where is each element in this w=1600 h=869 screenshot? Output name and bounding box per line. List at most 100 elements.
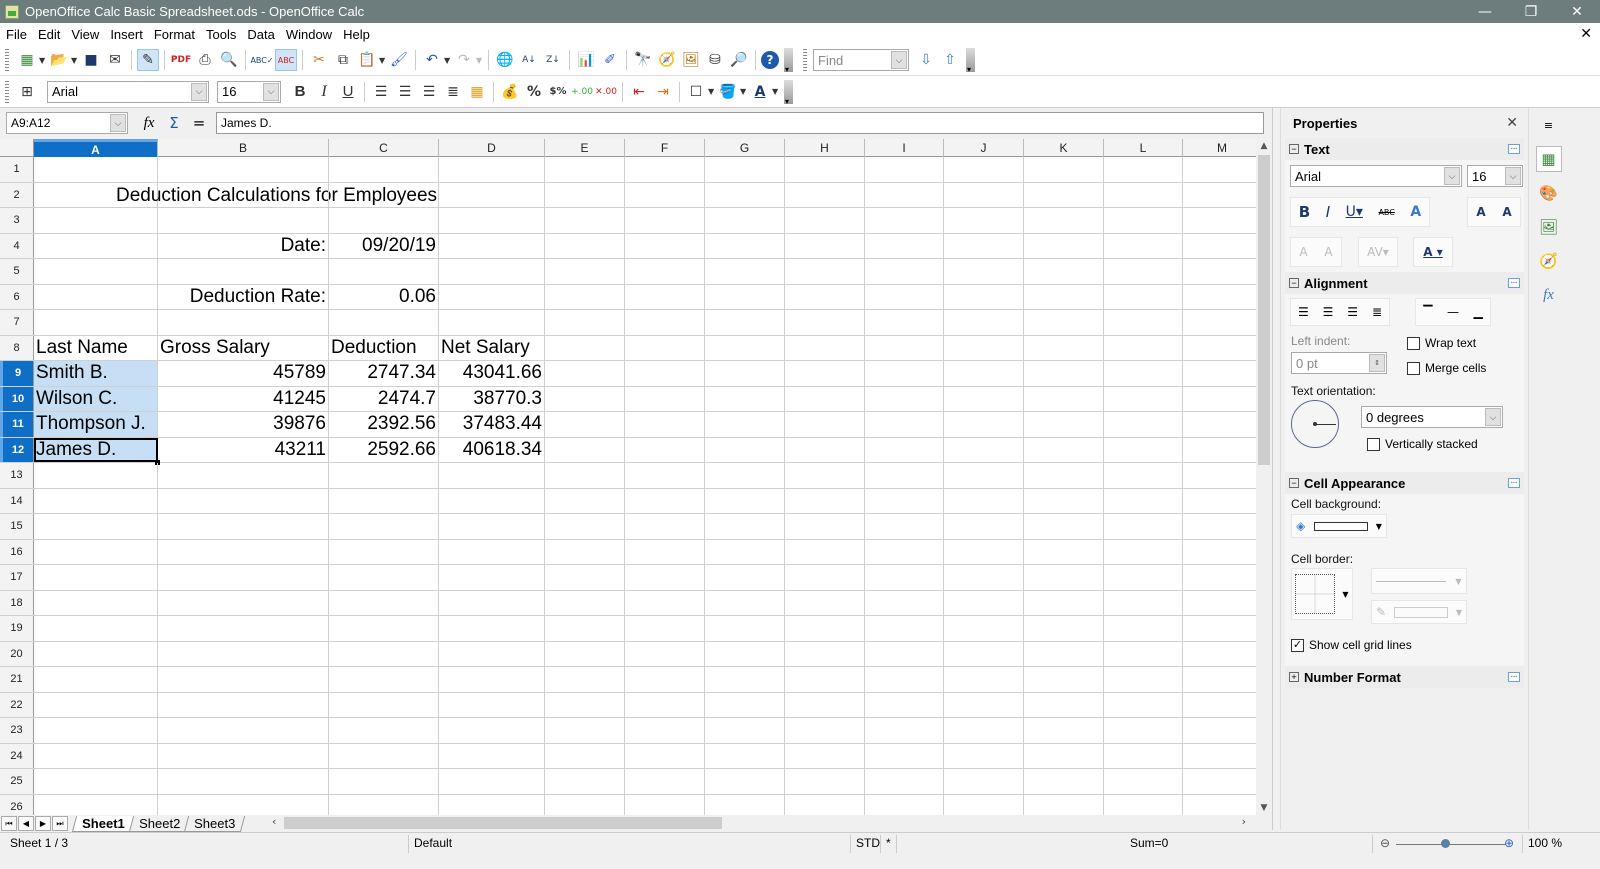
column-header-m[interactable]: M: [1183, 139, 1256, 157]
cell-l17[interactable]: [1104, 565, 1183, 590]
cell-g9[interactable]: [705, 361, 785, 386]
row-header-12[interactable]: 12: [0, 437, 34, 462]
data-sources-icon[interactable]: ⛁: [704, 49, 726, 71]
cell-f3[interactable]: [625, 208, 705, 233]
merge-cells-icon[interactable]: ▦: [466, 81, 488, 103]
menu-view[interactable]: View: [66, 27, 104, 42]
shadow-icon[interactable]: A: [1410, 204, 1421, 220]
prev-sheet-icon[interactable]: ◀: [18, 816, 34, 831]
line-color-picker[interactable]: ✎ ▼: [1371, 600, 1467, 624]
sidebar-font-size[interactable]: 16 ⌵: [1467, 165, 1523, 187]
cell-a1[interactable]: [34, 157, 158, 182]
cell-j19[interactable]: [944, 616, 1024, 641]
cell-f12[interactable]: [625, 437, 705, 462]
email-icon[interactable]: ✉: [104, 49, 126, 71]
column-header-c[interactable]: C: [329, 139, 439, 157]
cell-c17[interactable]: [329, 565, 439, 590]
cell-l20[interactable]: [1104, 641, 1183, 666]
find-previous-icon[interactable]: ⇧: [939, 49, 961, 71]
cell-e12[interactable]: [545, 437, 625, 462]
cell-b6[interactable]: Deduction Rate:: [158, 284, 329, 309]
cell-appearance-header[interactable]: − Cell Appearance …: [1285, 472, 1524, 494]
cell-g7[interactable]: [705, 310, 785, 335]
cell-h15[interactable]: [785, 514, 865, 539]
column-header-a[interactable]: A: [34, 139, 158, 157]
cell-i21[interactable]: [865, 667, 944, 692]
cell-d1[interactable]: [439, 157, 545, 182]
cell-a19[interactable]: [34, 616, 158, 641]
scroll-right-icon[interactable]: ›: [1242, 815, 1246, 828]
cell-d4[interactable]: [439, 233, 545, 258]
open-dropdown-icon[interactable]: ▼: [71, 56, 79, 65]
cell-k2[interactable]: [1024, 182, 1104, 207]
cell-i10[interactable]: [865, 386, 944, 411]
cell-e16[interactable]: [545, 539, 625, 564]
cell-c8[interactable]: Deduction: [329, 335, 439, 360]
undo-dropdown-icon[interactable]: ▼: [444, 56, 452, 65]
cell-m14[interactable]: [1183, 489, 1256, 514]
cell-g3[interactable]: [705, 208, 785, 233]
row-header-23[interactable]: 23: [0, 718, 34, 743]
chart-icon[interactable]: 📊: [575, 49, 597, 71]
cell-k12[interactable]: [1024, 437, 1104, 462]
cell-a5[interactable]: [34, 259, 158, 284]
cell-f11[interactable]: [625, 412, 705, 437]
cell-a16[interactable]: [34, 539, 158, 564]
cell-d2[interactable]: [439, 182, 545, 207]
cell-g23[interactable]: [705, 718, 785, 743]
cell-b12[interactable]: 43211: [158, 437, 329, 462]
cell-a14[interactable]: [34, 488, 158, 513]
cell-h9[interactable]: [785, 361, 865, 386]
next-sheet-icon[interactable]: ▶: [35, 816, 51, 831]
row-header-4[interactable]: 4: [0, 233, 34, 258]
collapse-icon[interactable]: −: [1289, 278, 1299, 288]
cell-k15[interactable]: [1024, 514, 1104, 539]
cell-j12[interactable]: [944, 437, 1024, 462]
more-options-icon[interactable]: …: [1508, 478, 1520, 488]
cell-m6[interactable]: [1183, 285, 1256, 310]
cell-e14[interactable]: [545, 488, 625, 513]
cell-h6[interactable]: [785, 284, 865, 309]
cell-c20[interactable]: [329, 641, 439, 666]
cell-a7[interactable]: [34, 310, 158, 335]
cell-a20[interactable]: [34, 641, 158, 666]
vertically-stacked-checkbox[interactable]: Vertically stacked: [1367, 437, 1478, 451]
cell-f1[interactable]: [625, 157, 705, 182]
text-panel-header[interactable]: − Text …: [1285, 138, 1524, 160]
row-header-5[interactable]: 5: [0, 259, 34, 284]
cell-f14[interactable]: [625, 488, 705, 513]
cell-d21[interactable]: [439, 667, 545, 692]
cell-d13[interactable]: [439, 463, 545, 488]
cell-j9[interactable]: [944, 361, 1024, 386]
cell-f21[interactable]: [625, 667, 705, 692]
justify-icon[interactable]: ≣: [1372, 305, 1382, 319]
checkbox-box[interactable]: ✓: [1291, 638, 1304, 652]
cell-e3[interactable]: [545, 208, 625, 233]
cell-m21[interactable]: [1183, 667, 1256, 692]
cell-k7[interactable]: [1024, 310, 1104, 335]
cell-m20[interactable]: [1183, 642, 1256, 667]
cell-j3[interactable]: [944, 208, 1024, 233]
cell-m18[interactable]: [1183, 591, 1256, 616]
spellcheck-icon[interactable]: ABC✓: [250, 49, 273, 71]
function-wizard-icon[interactable]: fx: [138, 112, 160, 134]
cell-j11[interactable]: [944, 412, 1024, 437]
cell-m13[interactable]: [1183, 463, 1256, 488]
cell-f16[interactable]: [625, 539, 705, 564]
cell-j6[interactable]: [944, 284, 1024, 309]
cell-d8[interactable]: Net Salary: [439, 335, 545, 360]
italic-button[interactable]: I: [313, 81, 335, 103]
row-header-14[interactable]: 14: [0, 488, 34, 513]
align-bottom-icon[interactable]: ▁: [1473, 305, 1482, 319]
cell-m3[interactable]: [1183, 208, 1256, 233]
hyperlink-icon[interactable]: 🌐: [494, 49, 516, 71]
cell-l16[interactable]: [1104, 539, 1183, 564]
row-header-17[interactable]: 17: [0, 565, 34, 590]
cell-h8[interactable]: [785, 335, 865, 360]
line-style-picker[interactable]: ▼: [1371, 568, 1467, 594]
cell-d20[interactable]: [439, 641, 545, 666]
cell-g17[interactable]: [705, 565, 785, 590]
cell-g20[interactable]: [705, 641, 785, 666]
cell-l24[interactable]: [1104, 743, 1183, 768]
align-left-icon[interactable]: ☰: [370, 81, 392, 103]
